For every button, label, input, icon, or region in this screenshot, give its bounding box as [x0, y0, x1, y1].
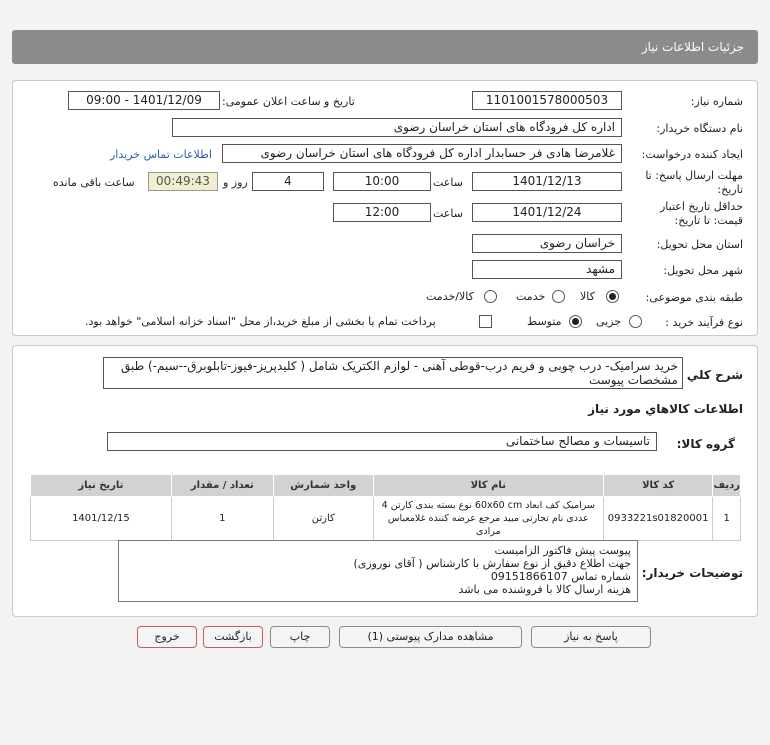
- process-option-medium: متوسط: [527, 315, 562, 328]
- category-label: طبقه بندی موضوعی:: [645, 291, 743, 304]
- validity-date-field: 1401/12/24: [472, 203, 622, 222]
- category-option-goods: کالا: [580, 290, 595, 303]
- col-code: کد کالا: [602, 474, 714, 497]
- buyer-contact-link[interactable]: اطلاعات تماس خریدار: [110, 148, 212, 161]
- goods-table-header: ردیف کد کالا نام کالا واحد شمارش تعداد /…: [30, 474, 741, 497]
- days-field: 4: [252, 172, 324, 191]
- col-qty: تعداد / مقدار: [170, 474, 274, 497]
- category-radio-goods[interactable]: [606, 290, 619, 303]
- cell-qty: 1: [170, 496, 274, 541]
- goods-section-title: اطلاعات کالاهاي مورد نياز: [588, 402, 743, 416]
- need-number-field: 1101001578000503: [472, 91, 622, 110]
- province-field: خراسان رضوی: [472, 234, 622, 253]
- process-radio-medium[interactable]: [569, 315, 582, 328]
- deadline-time-label: ساعت: [433, 176, 463, 189]
- page-header: جزئیات اطلاعات نیاز: [12, 30, 758, 64]
- payment-note: پرداخت تمام یا بخشی از مبلغ خرید،از محل …: [85, 315, 436, 328]
- goods-table: ردیف کد کالا نام کالا واحد شمارش تعداد /…: [30, 474, 741, 541]
- summary-field: خرید سرامیک- درب چوبی و فریم درب-قوطی آه…: [103, 357, 683, 389]
- deadline-date-field: 1401/12/13: [472, 172, 622, 191]
- need-number-label: شماره نیاز:: [690, 95, 743, 108]
- deadline-time-field: 10:00: [333, 172, 431, 191]
- col-name: نام کالا: [372, 474, 604, 497]
- treasury-payment-checkbox[interactable]: [479, 315, 492, 328]
- page-title: جزئیات اطلاعات نیاز: [641, 40, 744, 54]
- buyer-notes-field: پیوست پیش فاکتور الزامیست جهت اطلاع دقیق…: [118, 540, 638, 602]
- validity-time-field: 12:00: [333, 203, 431, 222]
- category-option-service: خدمت: [516, 290, 546, 303]
- validity-label-date: قیمت: تا تاریخ:: [674, 214, 743, 227]
- deadline-label-date: تاریخ:: [717, 183, 743, 196]
- buyer-org-label: نام دستگاه خریدار:: [656, 122, 743, 135]
- col-row: ردیف: [712, 474, 741, 497]
- process-radio-minor[interactable]: [629, 315, 642, 328]
- goods-group-field: تاسیسات و مصالح ساختمانی: [107, 432, 657, 451]
- process-label: نوع فرآیند خرید :: [665, 316, 743, 329]
- back-button[interactable]: بازگشت: [203, 626, 263, 648]
- col-unit: واحد شمارش: [272, 474, 374, 497]
- cell-date: 1401/12/15: [30, 496, 172, 541]
- remaining-label: ساعت باقی مانده: [53, 176, 135, 189]
- city-field: مشهد: [472, 260, 622, 279]
- province-label: استان محل تحویل:: [656, 238, 743, 251]
- exit-button[interactable]: خروج: [137, 626, 197, 648]
- announce-label: تاریخ و ساعت اعلان عمومی:: [222, 95, 355, 108]
- cell-unit: کارتن: [272, 496, 374, 541]
- category-radio-service[interactable]: [552, 290, 565, 303]
- city-label: شهر محل تحویل:: [663, 264, 743, 277]
- creator-label: ایجاد کننده درخواست:: [641, 148, 743, 161]
- cell-row: 1: [712, 496, 741, 541]
- col-date: تاریخ نیاز: [30, 474, 172, 497]
- days-label: روز و: [223, 176, 248, 189]
- attachments-button[interactable]: مشاهده مدارک پیوستی (1): [339, 626, 522, 648]
- reply-button[interactable]: پاسخ به نیاز: [531, 626, 651, 648]
- print-button[interactable]: چاپ: [270, 626, 330, 648]
- validity-label: حداقل تاریخ اعتبار: [659, 200, 743, 213]
- deadline-label: مهلت ارسال پاسخ: تا: [645, 169, 743, 182]
- creator-field: غلامرضا هادی فر حسابدار اداره کل فرودگاه…: [222, 144, 622, 163]
- process-option-minor: جزیی: [596, 315, 622, 328]
- announce-field: 1401/12/09 - 09:00: [68, 91, 220, 110]
- cell-code: 0933221s01820001: [602, 496, 714, 541]
- buyer-org-field: اداره کل فرودگاه های استان خراسان رضوی: [172, 118, 622, 137]
- goods-group-label: گروه کالا:: [676, 437, 735, 451]
- validity-time-label: ساعت: [433, 207, 463, 220]
- category-option-goods-service: کالا/خدمت: [426, 290, 474, 303]
- buyer-notes-label: توضیحات خریدار:: [641, 566, 743, 580]
- category-radio-goods-service[interactable]: [484, 290, 497, 303]
- remaining-time-field: 00:49:43: [148, 172, 218, 191]
- table-row: 1 0933221s01820001 سرامیک کف ابعاد 60x60…: [30, 496, 741, 541]
- cell-name: سرامیک کف ابعاد 60x60 cm نوع بسته بندی ک…: [372, 496, 604, 541]
